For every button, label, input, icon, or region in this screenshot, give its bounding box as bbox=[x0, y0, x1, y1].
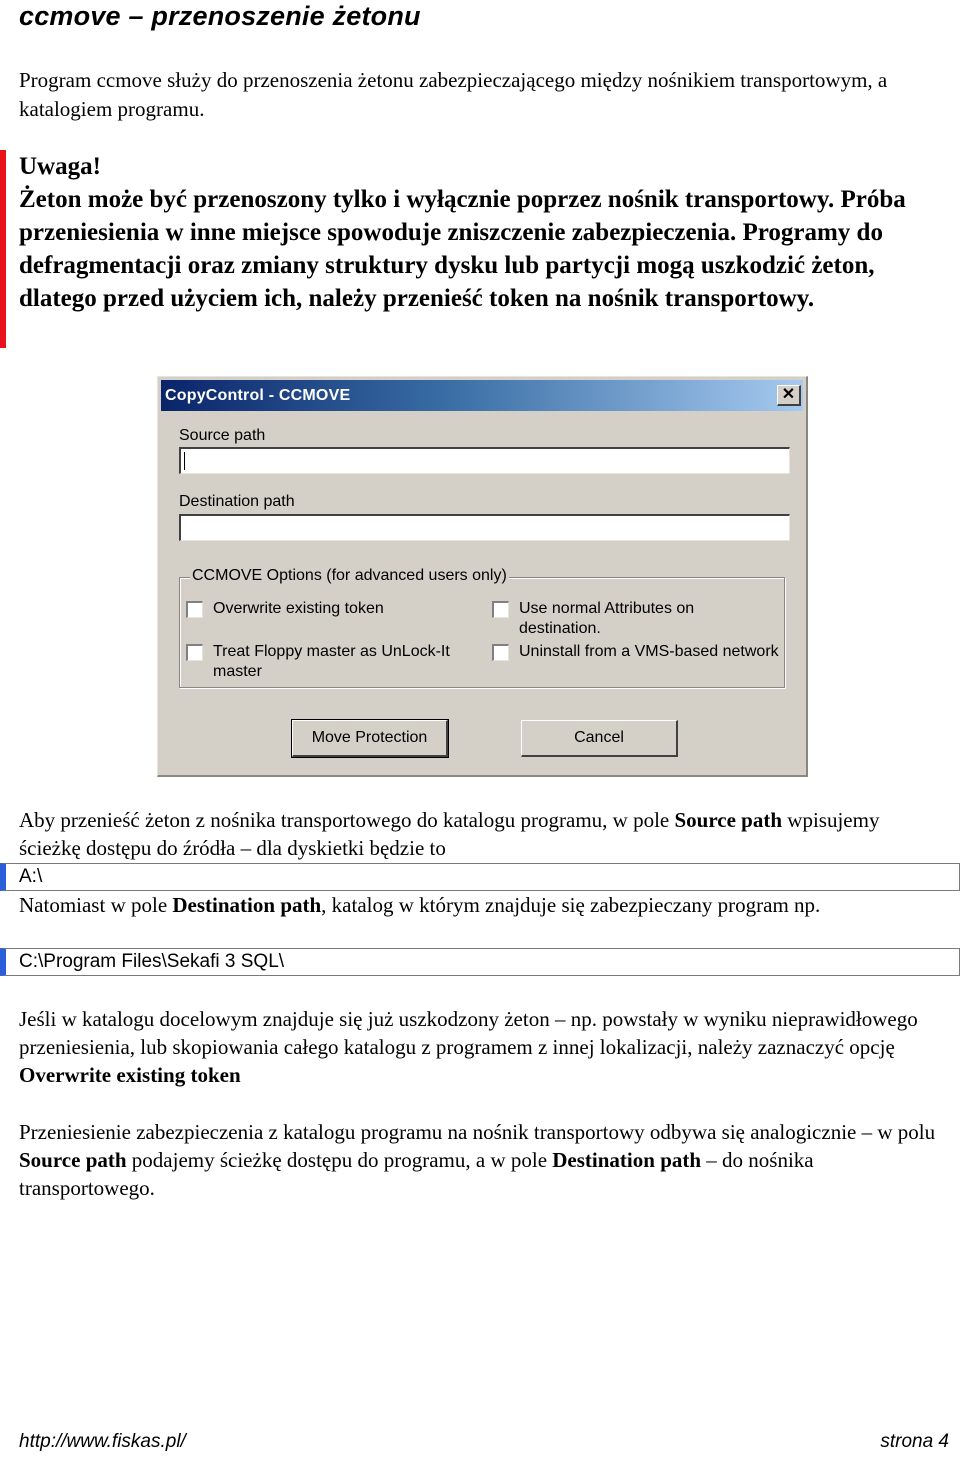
close-icon: ✕ bbox=[781, 386, 796, 403]
text-caret bbox=[184, 452, 185, 470]
footer-page-number: strona 4 bbox=[880, 1431, 949, 1452]
warning-heading: Uwaga! bbox=[19, 153, 101, 180]
option-use-normal-attributes[interactable]: Use normal Attributes on destination. bbox=[492, 599, 732, 639]
dialog-title: CopyControl - CCMOVE bbox=[165, 386, 351, 404]
destination-path-label: Destination path bbox=[179, 493, 295, 510]
page-title: ccmove – przenoszenie żetonu bbox=[19, 1, 421, 31]
code-example-destination: C:\Program Files\Sekafi 3 SQL\ bbox=[0, 948, 960, 976]
checkbox[interactable] bbox=[186, 644, 203, 661]
code-example-source: A:\ bbox=[0, 863, 960, 891]
instruction-paragraph-overwrite: Jeśli w katalogu docelowym znajduje się … bbox=[19, 1007, 918, 1087]
source-path-label: Source path bbox=[179, 427, 266, 444]
checkbox[interactable] bbox=[492, 644, 509, 661]
overwrite-term: Overwrite existing token bbox=[19, 1063, 241, 1087]
dialog-titlebar: CopyControl - CCMOVE ✕ bbox=[161, 380, 803, 411]
instruction-paragraph-reverse: Przeniesienie zabezpieczenia z katalogu … bbox=[19, 1120, 936, 1200]
warning-body: Żeton może być przenoszony tylko i wyłąc… bbox=[19, 186, 906, 312]
checkbox[interactable] bbox=[492, 601, 509, 618]
destination-path-term: Destination path bbox=[172, 893, 322, 917]
instruction-paragraph-destination: Natomiast w pole Destination path, katal… bbox=[19, 893, 821, 917]
destination-path-term: Destination path bbox=[552, 1148, 702, 1172]
cancel-button[interactable]: Cancel bbox=[521, 720, 678, 757]
warning-block: Uwaga! Żeton może być przenoszony tylko … bbox=[0, 150, 950, 348]
option-treat-floppy-master[interactable]: Treat Floppy master as UnLock-It master bbox=[186, 642, 476, 682]
source-path-term: Source path bbox=[674, 808, 783, 832]
intro-paragraph: Program ccmove służy do przenoszenia żet… bbox=[19, 68, 888, 121]
options-groupbox: CCMOVE Options (for advanced users only)… bbox=[179, 567, 785, 688]
footer-url[interactable]: http://www.fiskas.pl/ bbox=[19, 1430, 186, 1454]
destination-path-input[interactable] bbox=[179, 514, 790, 541]
source-path-input[interactable] bbox=[179, 447, 790, 474]
move-protection-button[interactable]: Move Protection bbox=[291, 719, 449, 758]
source-path-term: Source path bbox=[19, 1148, 127, 1172]
option-overwrite-existing-token[interactable]: Overwrite existing token bbox=[186, 599, 476, 619]
options-legend: CCMOVE Options (for advanced users only) bbox=[190, 567, 509, 585]
ccmove-dialog-screenshot: CopyControl - CCMOVE ✕ Source path Desti… bbox=[157, 376, 808, 777]
option-uninstall-vms-network[interactable]: Uninstall from a VMS-based network bbox=[492, 642, 782, 662]
close-button[interactable]: ✕ bbox=[777, 385, 801, 406]
instruction-paragraph-source: Aby przenieść żeton z nośnika transporto… bbox=[19, 808, 880, 860]
checkbox[interactable] bbox=[186, 601, 203, 618]
